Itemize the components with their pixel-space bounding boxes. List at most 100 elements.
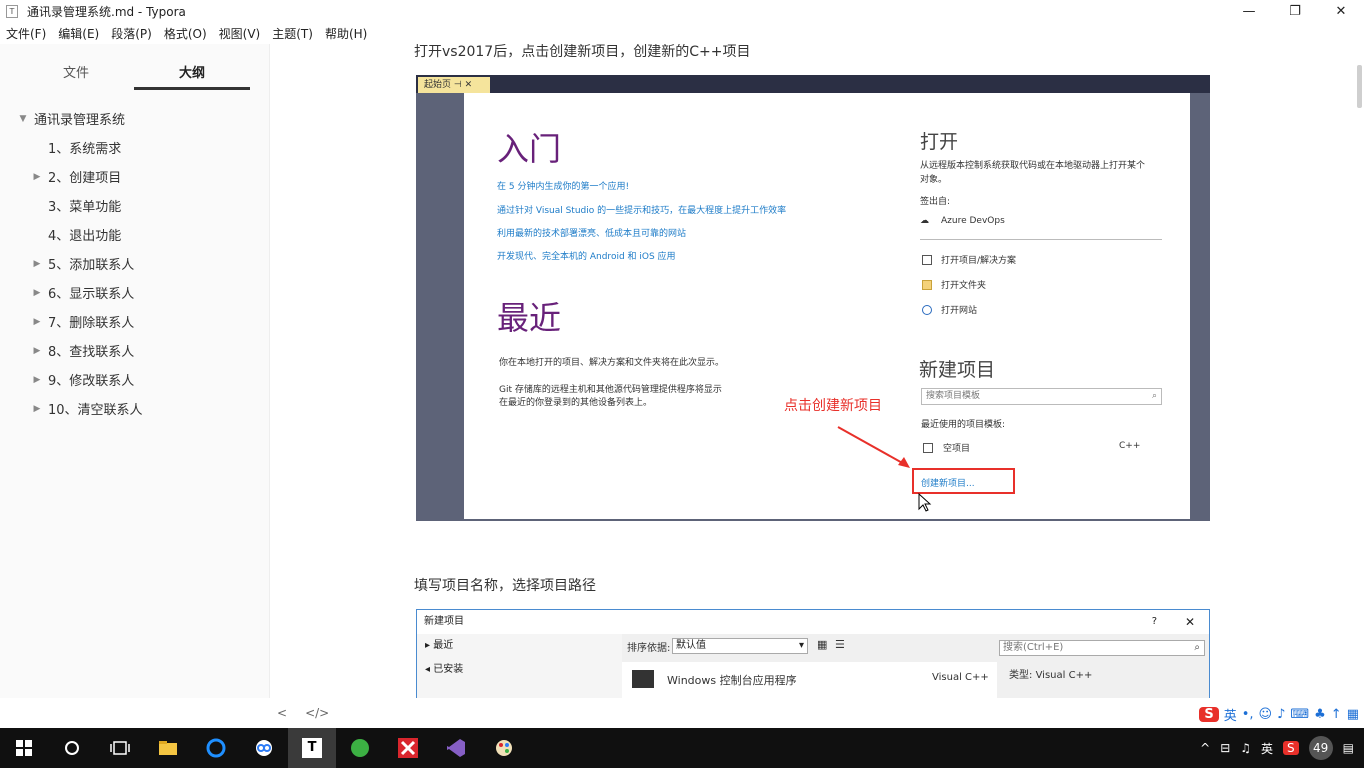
app-green-button[interactable] (336, 728, 384, 768)
template-name: Windows 控制台应用程序 (667, 674, 797, 687)
outline-item[interactable]: 4、退出功能 (0, 220, 269, 249)
scrollbar-thumb[interactable] (1357, 65, 1362, 108)
pin-icon: ⊣ (453, 80, 462, 90)
skin-icon[interactable]: ♣ (1314, 707, 1326, 722)
chevron-down-icon: ◂ (425, 664, 431, 675)
outline-item[interactable]: ▶ 9、修改联系人 (0, 365, 269, 394)
folder-icon (159, 741, 177, 755)
outline-item[interactable]: ▶ 10、清空联系人 (0, 394, 269, 423)
menu-file[interactable]: 文件(F) (6, 25, 46, 42)
baidu-netdisk-button[interactable] (240, 728, 288, 768)
new-project-title: 新建项目 (919, 359, 996, 381)
windows-icon (16, 740, 32, 756)
details-area: 搜索(Ctrl+E) ⌕ 类型: Visual C++ (997, 634, 1209, 698)
editor-content[interactable]: 打开vs2017后，点击创建新项目，创建新的C++项目 起始页 ⊣ ✕ 入门 在… (271, 44, 1355, 698)
chevron-down-icon[interactable]: ▼ (16, 114, 30, 124)
chevron-right-icon[interactable]: ▶ (30, 288, 44, 298)
maximize-button[interactable]: ❐ (1272, 0, 1318, 22)
tab-outline[interactable]: 大纲 (134, 44, 250, 90)
search-button[interactable] (48, 728, 96, 768)
microphone-icon[interactable]: ♪ (1277, 707, 1285, 722)
file-explorer-button[interactable] (144, 728, 192, 768)
vs-start-page: 入门 在 5 分钟内生成你的第一个应用! 通过针对 Visual Studio … (464, 93, 1190, 519)
chevron-right-icon[interactable]: ▶ (30, 375, 44, 385)
annotation-text: 点击创建新项目 (784, 398, 882, 414)
typora-button[interactable]: T (288, 728, 336, 768)
task-view-button[interactable] (96, 728, 144, 768)
close-button[interactable]: ✕ (1318, 0, 1364, 22)
chevron-up-icon[interactable]: ^ (1200, 741, 1210, 755)
help-icon: ? (1151, 616, 1157, 627)
outline-item[interactable]: ▶ 5、添加联系人 (0, 249, 269, 278)
tools-icon[interactable]: ↑ (1331, 707, 1342, 722)
outline-item[interactable]: ▶ 8、查找联系人 (0, 336, 269, 365)
network-icon[interactable]: ⊟ (1220, 741, 1230, 755)
ime-lang[interactable]: 英 (1224, 705, 1237, 724)
menu-format[interactable]: 格式(O) (164, 25, 207, 42)
outline-item[interactable]: ▶ 2、创建项目 (0, 162, 269, 191)
paint-button[interactable] (480, 728, 528, 768)
notification-count[interactable]: 49 (1308, 736, 1333, 760)
menu-view[interactable]: 视图(V) (219, 25, 261, 42)
outline-item[interactable]: 1、系统需求 (0, 133, 269, 162)
browser-button[interactable] (192, 728, 240, 768)
punctuation-icon[interactable]: •, (1242, 707, 1254, 722)
sogou-logo-icon[interactable]: S (1199, 706, 1219, 722)
chevron-right-icon[interactable]: ▶ (30, 346, 44, 356)
source-mode-icon[interactable]: </> (305, 706, 329, 720)
outline-item-label: 8、查找联系人 (48, 345, 135, 360)
outline-item[interactable]: ▶ 7、删除联系人 (0, 307, 269, 336)
recent-title: 最近 (497, 299, 562, 337)
menu-edit[interactable]: 编辑(E) (58, 25, 99, 42)
chevron-right-icon[interactable]: ▶ (30, 259, 44, 269)
emoji-icon[interactable]: ☺ (1259, 707, 1273, 722)
recent-text: Git 存储库的远程主机和其他源代码管理提供程序将显示 (499, 385, 722, 395)
template-search-box: 搜索项目模板 ⌕ (921, 388, 1162, 405)
keyboard-icon[interactable]: ⌨ (1290, 707, 1309, 722)
intro-link: 通过针对 Visual Studio 的一些提示和技巧，在最大程度上提升工作效率 (497, 206, 787, 216)
volume-icon[interactable]: ♫ (1240, 741, 1251, 755)
start-button[interactable] (0, 728, 48, 768)
outline-item[interactable]: ▶ 6、显示联系人 (0, 278, 269, 307)
action-center-icon[interactable]: ▤ (1343, 741, 1354, 755)
empty-project-icon (923, 443, 933, 453)
xmind-icon (398, 738, 418, 758)
menu-paragraph[interactable]: 段落(P) (111, 25, 152, 42)
tree-item-recent: ▸ 最近 (425, 640, 454, 651)
open-item: 打开文件夹 (941, 281, 987, 291)
open-item: 打开网站 (941, 306, 978, 316)
paragraph-project-name[interactable]: 填写项目名称，选择项目路径 (414, 575, 596, 595)
menu-help[interactable]: 帮助(H) (325, 25, 367, 42)
cloud-icon: ☁ (920, 216, 929, 226)
intro-link: 利用最新的技术部署漂亮、低成本且可靠的网站 (497, 229, 687, 239)
paragraph-open-vs[interactable]: 打开vs2017后，点击创建新项目，创建新的C++项目 (414, 44, 750, 61)
palette-icon (496, 740, 512, 756)
vs-new-project-image: 新建项目 ? ✕ ▸ 最近 ◂ 已安装 排序依据: 默认值 ▾ ▦ ☰ Windo… (416, 609, 1210, 698)
grid-icon[interactable]: ▦ (1347, 707, 1359, 722)
minimize-button[interactable]: — (1226, 0, 1272, 22)
toggle-sidebar-icon[interactable]: < (277, 706, 287, 720)
close-icon: ✕ (1184, 615, 1195, 629)
outline-item[interactable]: 3、菜单功能 (0, 191, 269, 220)
vs-start-page-image: 起始页 ⊣ ✕ 入门 在 5 分钟内生成你的第一个应用! 通过针对 Visual… (416, 75, 1210, 521)
recent-templates-label: 最近使用的项目模板: (921, 420, 1006, 430)
close-icon: ✕ (464, 80, 473, 90)
outline-item[interactable]: ▼ 通讯录管理系统 (0, 104, 269, 133)
outline-item-label: 6、显示联系人 (48, 287, 135, 302)
menu-theme[interactable]: 主题(T) (272, 25, 313, 42)
chevron-right-icon[interactable]: ▶ (30, 404, 44, 414)
chevron-right-icon[interactable]: ▶ (30, 172, 44, 182)
xmind-button[interactable] (384, 728, 432, 768)
tray-ime-lang[interactable]: 英 (1261, 740, 1273, 757)
sort-select: 默认值 ▾ (672, 638, 808, 654)
chevron-right-icon[interactable]: ▶ (30, 317, 44, 327)
tab-files[interactable]: 文件 (18, 44, 134, 88)
taskbar: T (0, 728, 1364, 768)
outline-item-label: 10、清空联系人 (48, 403, 143, 418)
ime-toolbar: S 英 •, ☺ ♪ ⌨ ♣ ↑ ▦ (1199, 702, 1364, 726)
intro-link: 开发现代、完全本机的 Android 和 iOS 应用 (497, 252, 676, 262)
vertical-scrollbar[interactable] (1356, 44, 1364, 698)
visual-studio-button[interactable] (432, 728, 480, 768)
sogou-tray-icon[interactable]: S (1283, 741, 1299, 755)
annotation-arrow (837, 426, 910, 468)
